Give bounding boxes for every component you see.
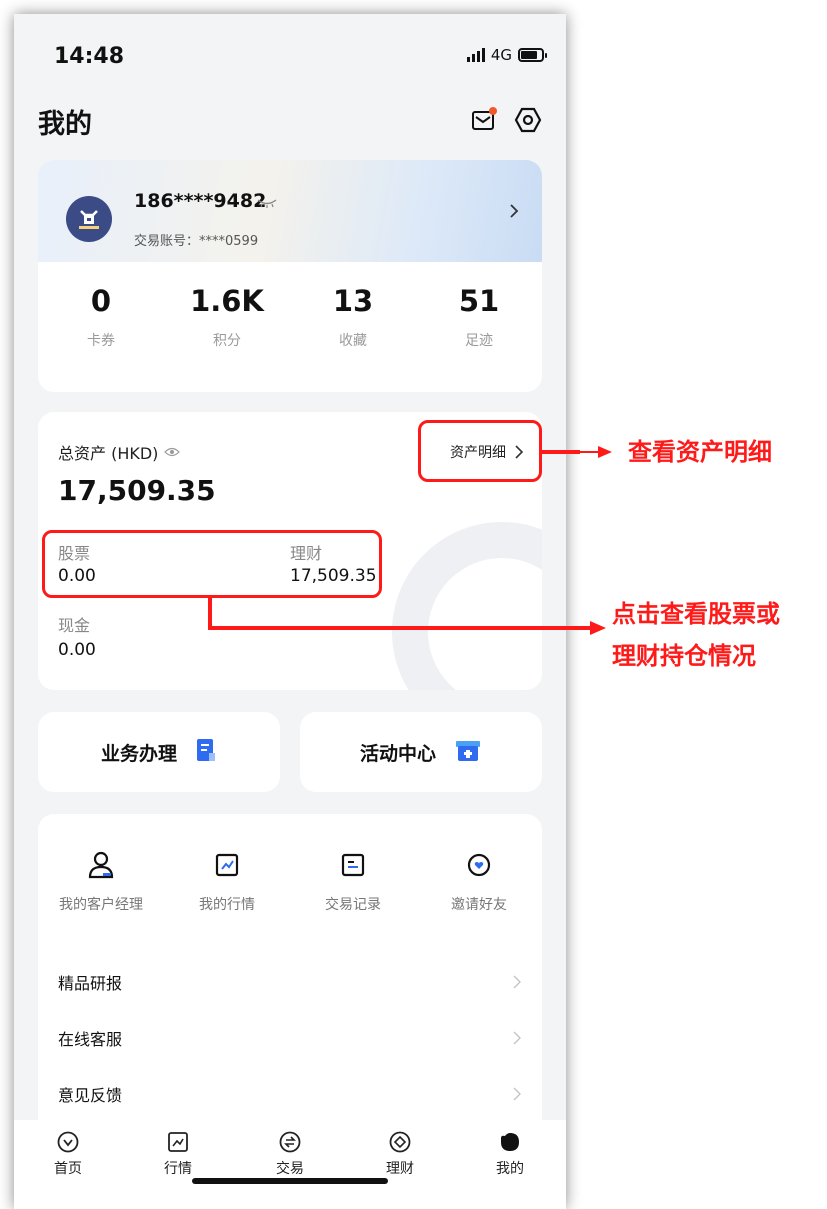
annotation-detail: 查看资产明细: [628, 437, 772, 466]
holdings-arrowhead: [590, 621, 606, 635]
annotation-holdings-line1: 点击查看股票或: [612, 599, 780, 628]
annotation-holdings-line2: 理财持仓情况: [612, 641, 756, 670]
detail-arrowhead: [598, 446, 612, 458]
holdings-arrow-line: [208, 598, 592, 630]
